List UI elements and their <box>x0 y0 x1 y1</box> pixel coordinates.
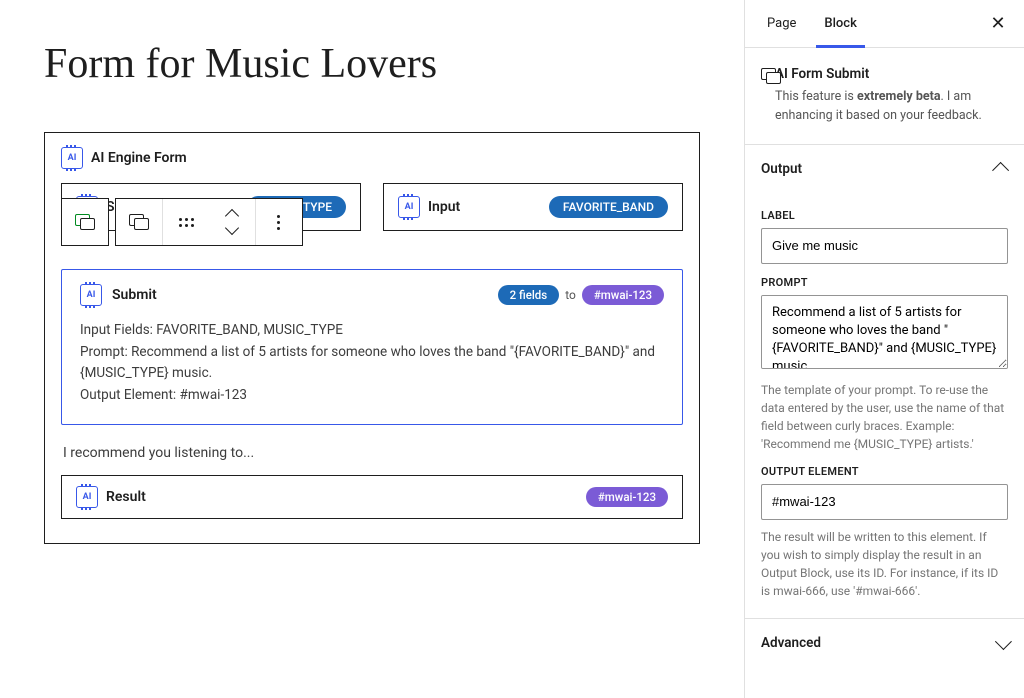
block-info-desc: This feature is extremely beta. I am enh… <box>775 88 1008 126</box>
ai-form-icon: AI <box>61 147 83 169</box>
tab-block[interactable]: Block <box>810 0 870 47</box>
panel-title: Output <box>761 161 802 177</box>
block-title: AI Engine Form <box>91 150 187 166</box>
chevron-down-icon <box>995 633 1012 650</box>
result-block[interactable]: AI Result #mwai-123 <box>61 475 683 519</box>
submit-title: Submit <box>112 287 157 303</box>
block-info: AI Form Submit This feature is extremely… <box>745 48 1024 144</box>
ai-result-icon: AI <box>76 486 98 508</box>
close-icon: ✕ <box>990 13 1005 33</box>
submit-line: Output Element: #mwai-123 <box>80 385 664 407</box>
close-sidebar-button[interactable]: ✕ <box>980 6 1016 42</box>
result-title: Result <box>106 489 146 505</box>
editor-canvas[interactable]: Form for Music Lovers AI AI Engine Form … <box>0 0 744 698</box>
tab-page[interactable]: Page <box>753 0 810 47</box>
fields-count-badge: 2 fields <box>498 285 560 305</box>
output-panel-toggle[interactable]: Output <box>745 145 1024 193</box>
block-header: AI AI Engine Form <box>61 147 683 169</box>
output-panel: Output LABEL PROMPT Recommend a list of … <box>745 144 1024 618</box>
panel-title: Advanced <box>761 635 821 651</box>
result-output-badge: #mwai-123 <box>586 487 668 507</box>
block-toolbar <box>61 198 303 246</box>
output-element-badge: #mwai-123 <box>582 285 664 305</box>
input-field-block[interactable]: AI Input FAVORITE_BAND <box>383 183 683 231</box>
label-input[interactable] <box>761 228 1008 264</box>
drag-handle[interactable] <box>163 199 209 245</box>
output-element-label: OUTPUT ELEMENT <box>761 465 1008 478</box>
label-label: LABEL <box>761 209 1008 222</box>
parent-block-icon <box>75 214 95 230</box>
chevron-up-icon <box>992 161 1009 178</box>
updown-icon <box>227 211 237 233</box>
drag-icon <box>179 218 193 227</box>
output-element-input[interactable] <box>761 484 1008 520</box>
advanced-panel-toggle[interactable]: Advanced <box>745 619 1024 667</box>
submit-line: Input Fields: FAVORITE_BAND, MUSIC_TYPE <box>80 320 664 342</box>
sidebar-tabs: Page Block ✕ <box>745 0 1024 48</box>
prompt-textarea[interactable]: Recommend a list of 5 artists for someon… <box>761 295 1008 369</box>
prompt-label: PROMPT <box>761 276 1008 289</box>
to-text: to <box>565 288 576 302</box>
kebab-icon <box>277 215 281 230</box>
submit-block[interactable]: AI Submit 2 fields to #mwai-123 Input Fi… <box>61 269 683 425</box>
block-info-title: AI Form Submit <box>775 66 1008 82</box>
block-type-button[interactable] <box>116 199 162 245</box>
output-element-help: The result will be written to this eleme… <box>761 528 1008 600</box>
more-options-button[interactable] <box>256 199 302 245</box>
ai-engine-form-block[interactable]: AI AI Engine Form AI Select MUSIC_TYPE A… <box>44 132 700 544</box>
settings-sidebar: Page Block ✕ AI Form Submit This feature… <box>744 0 1024 698</box>
block-type-icon <box>129 214 149 230</box>
field-title: Input <box>428 199 460 215</box>
page-title[interactable]: Form for Music Lovers <box>44 40 700 88</box>
ai-field-icon: AI <box>398 196 420 218</box>
submit-line: Prompt: Recommend a list of 5 artists fo… <box>80 342 664 385</box>
advanced-panel: Advanced <box>745 618 1024 667</box>
ai-submit-icon: AI <box>80 284 102 306</box>
toolbar-parent-select[interactable] <box>61 198 109 246</box>
move-updown-button[interactable] <box>209 199 255 245</box>
field-key-badge: FAVORITE_BAND <box>549 196 668 218</box>
submit-details: Input Fields: FAVORITE_BAND, MUSIC_TYPE … <box>80 320 664 406</box>
prompt-help: The template of your prompt. To re-use t… <box>761 381 1008 453</box>
recommend-placeholder[interactable]: I recommend you listening to... <box>63 445 681 461</box>
